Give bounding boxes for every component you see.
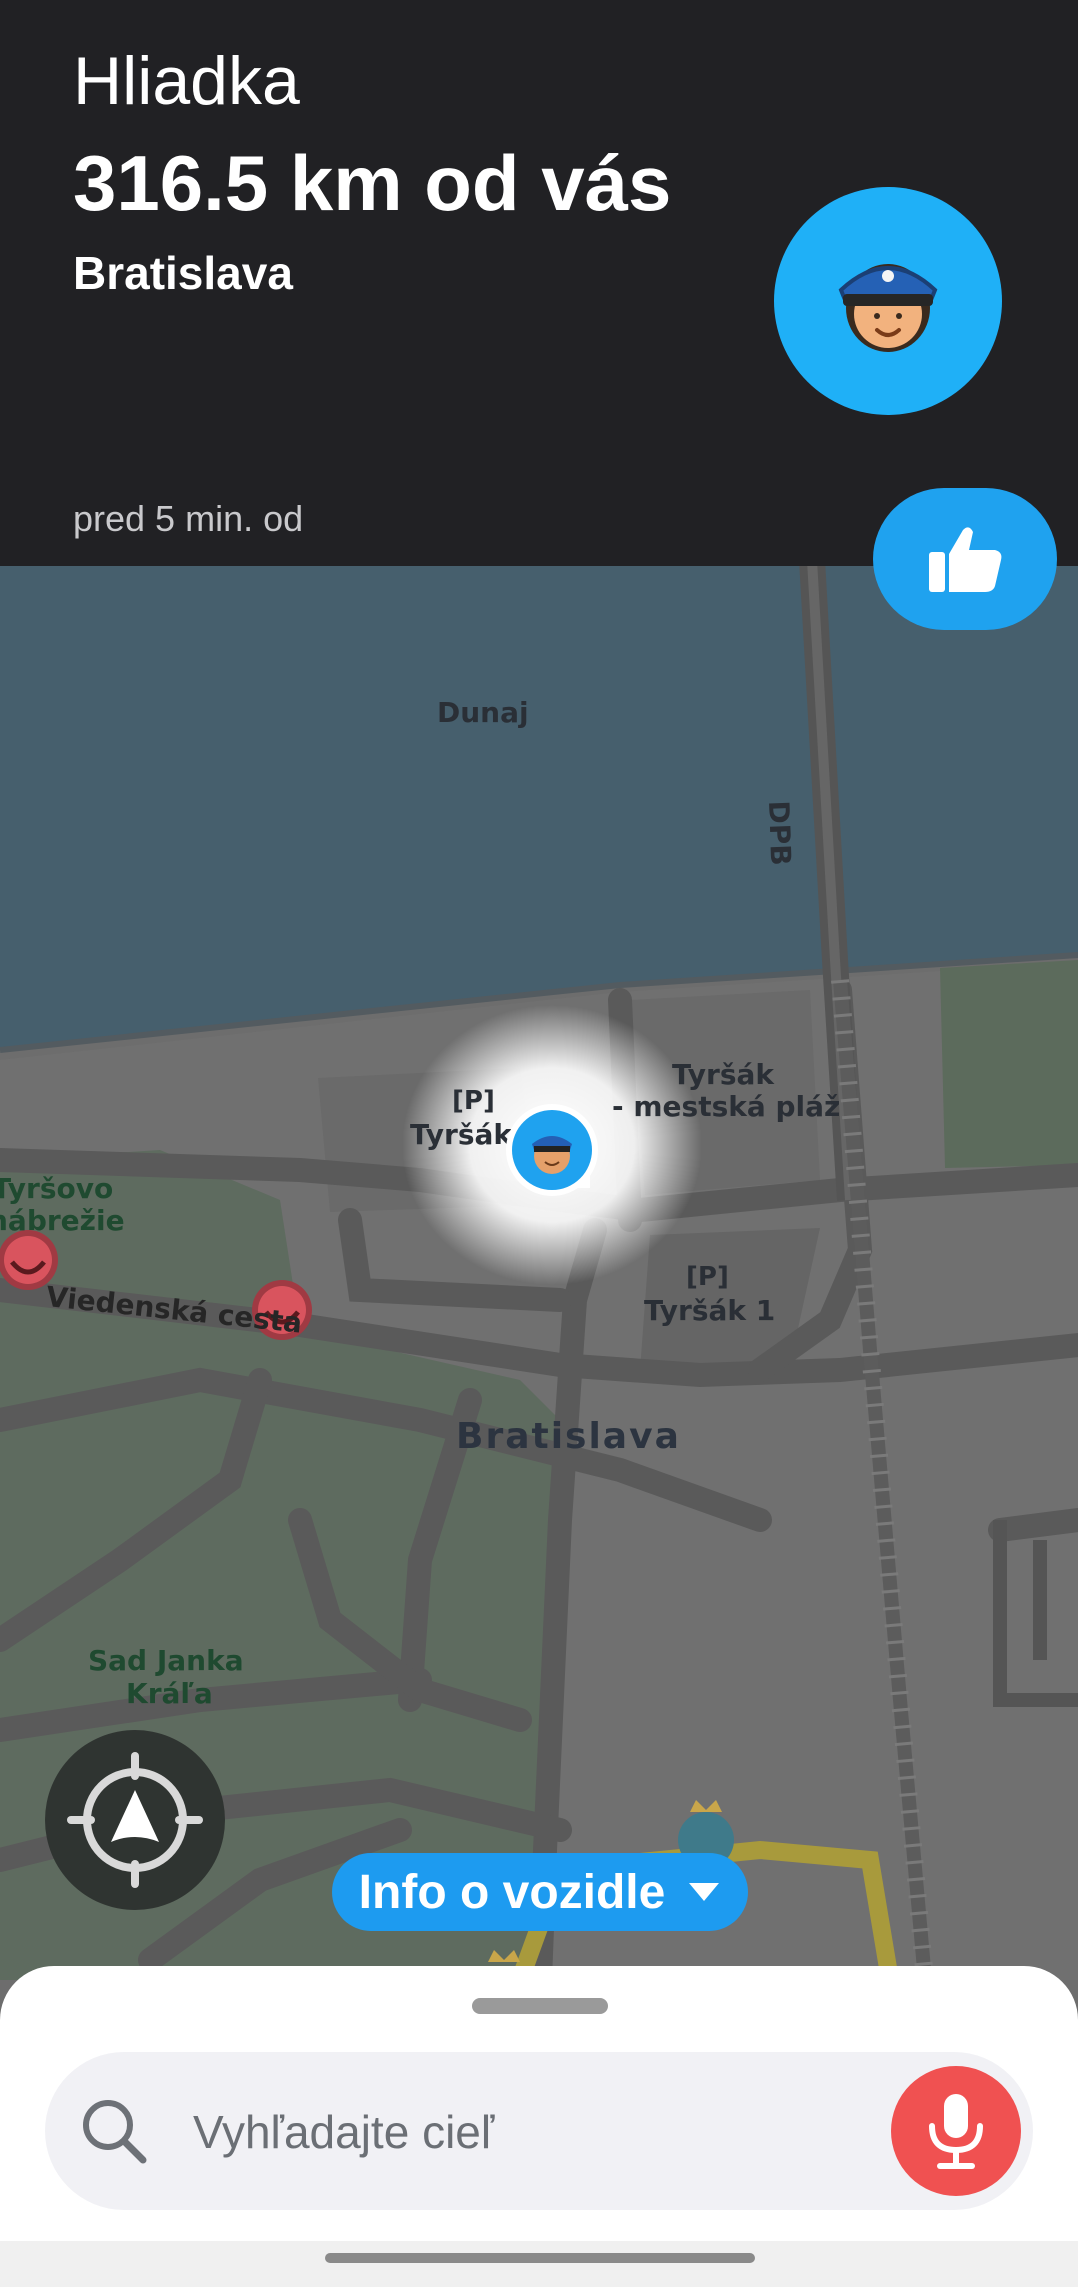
map-label-embankment-2: nábrežie — [0, 1204, 125, 1237]
map-label-embankment: Tyršovo — [0, 1172, 114, 1205]
map-label-tyrsak-beach-2: - mestská pláž — [612, 1090, 841, 1123]
map-label-park-2: Kráľa — [126, 1677, 213, 1710]
recenter-navigation-icon — [67, 1752, 203, 1888]
map-label-city: Bratislava — [456, 1416, 681, 1457]
search-input[interactable] — [191, 2088, 775, 2176]
sheet-drag-handle[interactable] — [472, 1998, 608, 2014]
system-nav-bar — [0, 2241, 1078, 2287]
map-label-parking-a-name: Tyršák — [410, 1118, 513, 1151]
map-label-park: Sad Janka — [88, 1644, 244, 1677]
alert-location: Bratislava — [73, 247, 293, 299]
map-label-river: Dunaj — [437, 696, 529, 729]
police-officer-icon — [838, 264, 938, 352]
vehicle-info-button[interactable]: Info o vozidle — [332, 1853, 748, 1931]
police-officer-icon — [506, 1104, 598, 1196]
vehicle-info-label: Info o vozidle — [358, 1865, 666, 1919]
search-bar[interactable] — [45, 2052, 1033, 2210]
thumbs-up-icon — [929, 527, 1002, 592]
alert-card: Hliadka 316.5 km od vás Bratislava pred … — [0, 0, 1078, 566]
police-avatar — [774, 187, 1002, 415]
recenter-button[interactable] — [45, 1730, 225, 1910]
police-map-pin[interactable] — [502, 1100, 602, 1200]
map-label-dpb: DPB — [762, 800, 798, 867]
map-label-tyrsak-beach: Tyršák — [672, 1058, 775, 1091]
alert-time: pred 5 min. od — [73, 498, 304, 539]
microphone-icon — [929, 2094, 983, 2169]
thumbs-up-button[interactable] — [873, 488, 1057, 630]
search-icon — [83, 2100, 147, 2164]
home-indicator[interactable] — [325, 2253, 755, 2263]
map-label-parking-b-name: Tyršák 1 — [644, 1294, 776, 1327]
voice-search-button[interactable] — [891, 2066, 1021, 2196]
alert-type: Hliadka — [73, 43, 300, 119]
caret-down-icon — [689, 1883, 720, 1901]
map-label-parking-a-sign: [P] — [452, 1086, 495, 1116]
map-label-parking-b-sign: [P] — [686, 1262, 729, 1292]
alert-distance: 316.5 km od vás — [73, 139, 672, 227]
bottom-sheet — [0, 1966, 1078, 2287]
